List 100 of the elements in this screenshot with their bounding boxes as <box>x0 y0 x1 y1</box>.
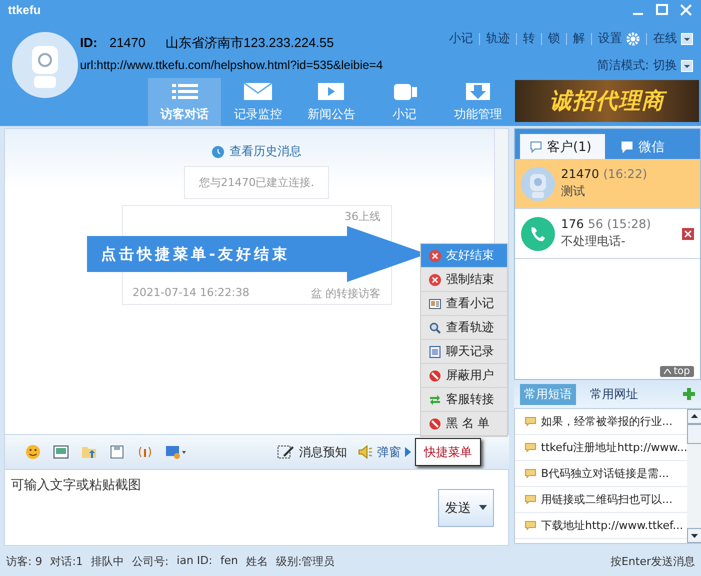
close-circle-icon <box>429 250 441 262</box>
status-text: 姓名 <box>246 554 268 568</box>
menu-item[interactable]: 客服转接 <box>421 388 507 412</box>
header-link[interactable]: 锁 <box>548 30 560 47</box>
scrollbar-thumb[interactable] <box>687 424 701 444</box>
phrase-tab[interactable]: 常用网址 <box>586 384 642 404</box>
system-message: 您与21470已建立连接. <box>184 166 330 199</box>
chat-bubble-icon <box>621 140 634 152</box>
callout-text: 点击快捷菜单-友好结束 <box>100 244 290 264</box>
customer-name: 21470 <box>561 167 600 181</box>
close-circle-icon <box>429 274 441 286</box>
block-icon <box>429 370 441 382</box>
visitor-url: url:http://www.ttkefu.com/helpshow.html?id=535&leibie=4 <box>80 58 383 72</box>
caret-icon <box>664 369 671 374</box>
menu-item[interactable]: 屏蔽用户 <box>421 364 507 388</box>
maximize-icon[interactable] <box>655 3 669 17</box>
id-label: ID: <box>80 35 98 50</box>
mode-label: 简洁模式: <box>596 57 649 74</box>
speech-bubble-icon <box>525 469 536 478</box>
menu-item[interactable]: 聊天记录 <box>421 340 507 364</box>
header-link[interactable]: 转 <box>523 30 535 47</box>
settings-link[interactable]: 设置 <box>598 30 622 47</box>
header-link[interactable]: 轨迹 <box>486 30 510 47</box>
speech-bubble-icon <box>525 417 536 426</box>
status-text: fen <box>220 554 238 568</box>
quick-menu-button[interactable]: 快捷菜单 <box>415 438 481 466</box>
dropdown-icon[interactable] <box>681 60 693 72</box>
preview-toggle[interactable]: 消息预知 <box>299 444 347 460</box>
banner-ad[interactable]: 诚招代理商 <box>514 80 699 122</box>
id-card-icon <box>429 298 441 310</box>
history-link[interactable]: 查看历史消息 <box>230 143 302 160</box>
message-text: 2021-07-14 16:22:38 <box>132 286 250 301</box>
popup-link[interactable]: 弹窗 <box>377 444 401 460</box>
status-text: ian ID: <box>176 554 212 568</box>
speech-bubble-icon <box>525 443 536 452</box>
mode-switch-link[interactable]: 切换 <box>653 57 677 74</box>
caret-icon <box>405 447 411 457</box>
speech-bubble-icon <box>525 495 536 504</box>
phrase-item[interactable]: 下载地址http://www.ttkef... <box>515 513 688 539</box>
menu-item[interactable]: 查看轨迹 <box>421 316 507 340</box>
phrase-item[interactable]: ttkefu注册地址http://www... <box>515 435 688 461</box>
status-text: 对话:1 <box>50 554 83 568</box>
enter-hint: 按Enter发送消息 <box>610 554 695 568</box>
status-text: 访客: 9 <box>6 554 42 568</box>
close-icon[interactable] <box>679 3 693 17</box>
back-to-top-link[interactable]: top <box>660 366 694 377</box>
customer-time: (16:22) <box>603 167 648 181</box>
edit-icon[interactable] <box>277 444 295 460</box>
menu-item[interactable]: 强制结束 <box>421 268 507 292</box>
send-button[interactable]: 发送 <box>438 489 494 527</box>
menu-item[interactable]: 黑 名 单 <box>421 412 507 436</box>
header-link[interactable]: 小记 <box>449 30 473 47</box>
customer-item[interactable]: 21470 (16:22) 测试 <box>515 159 700 209</box>
plus-icon[interactable] <box>683 388 695 400</box>
caret-icon <box>479 505 487 511</box>
customer-time: 56 (15:28) <box>588 217 651 231</box>
customer-message: 测试 <box>561 183 586 200</box>
smiley-icon[interactable] <box>25 444 41 460</box>
status-dropdown[interactable]: 在线 <box>653 30 677 47</box>
arrow-up-icon[interactable] <box>687 409 701 424</box>
status-text: 级别:管理员 <box>276 554 335 568</box>
speaker-icon[interactable] <box>357 444 373 460</box>
status-text: 公司号: <box>132 554 169 568</box>
message-input[interactable]: 可输入文字或粘贴截图 发送 <box>4 469 509 546</box>
dropdown-icon[interactable] <box>681 32 693 44</box>
phrase-item[interactable]: B代码独立对话链接是需... <box>515 461 688 487</box>
visitor-location: 山东省济南市123.233.224.55 <box>166 34 334 52</box>
customer-item[interactable]: 176 56 (15:28) 不处理电话- <box>515 209 700 259</box>
save-icon[interactable] <box>109 444 125 460</box>
settings-icon[interactable] <box>626 32 640 46</box>
phone-icon <box>521 216 555 250</box>
window-title: ttkefu <box>8 3 41 17</box>
message-text: 36上线 <box>344 209 380 224</box>
message-text: 盆 的转接访客 <box>311 286 380 301</box>
customer-name: 176 <box>561 217 584 231</box>
chat-bubble-icon <box>530 140 542 152</box>
image-icon[interactable] <box>53 444 69 460</box>
close-icon[interactable] <box>682 228 694 240</box>
customer-message: 不处理电话- <box>561 233 626 250</box>
signal-icon[interactable] <box>137 444 153 460</box>
arrow-down-icon[interactable] <box>687 528 701 543</box>
phrase-item[interactable]: 用链接或二维码扫也可以... <box>515 487 688 513</box>
header-link[interactable]: 解 <box>573 30 585 47</box>
scrollbar[interactable] <box>687 409 701 543</box>
avatar-icon <box>12 32 78 98</box>
phrase-item[interactable]: 如果，经常被举报的行业... <box>515 409 688 435</box>
notebook-icon <box>429 346 441 358</box>
clock-icon <box>212 146 224 158</box>
panel-tab[interactable]: 客户(1) <box>520 134 606 159</box>
transfer-icon <box>429 394 441 406</box>
search-icon <box>429 322 441 334</box>
avatar-icon <box>521 166 555 200</box>
screen-icon[interactable] <box>165 444 187 460</box>
envelope-icon <box>242 81 273 102</box>
speech-bubble-icon <box>525 521 536 530</box>
block-icon <box>429 418 441 430</box>
folder-icon[interactable] <box>81 444 97 460</box>
status-text: 排队中 <box>90 554 124 568</box>
menu-item[interactable]: 查看小记 <box>421 292 507 316</box>
film-icon <box>316 81 346 102</box>
